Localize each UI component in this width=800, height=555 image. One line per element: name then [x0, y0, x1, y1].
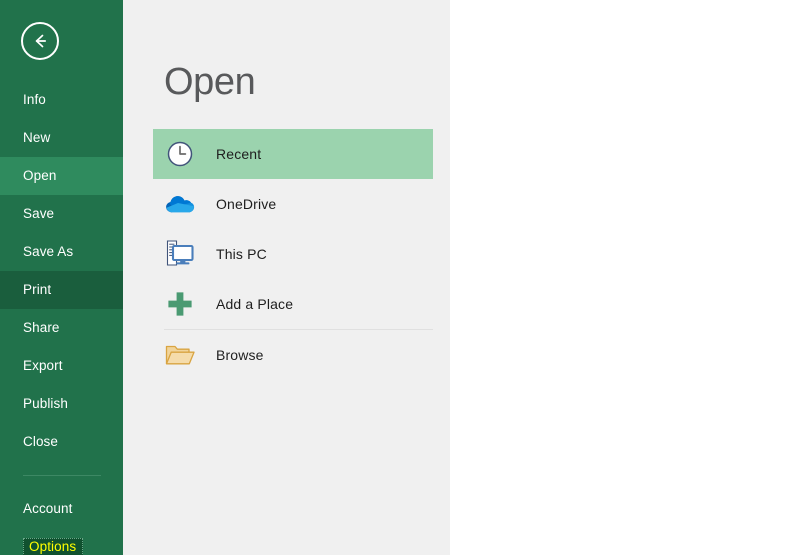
- backstage-nav: Info New Open Save Save As Print Share E…: [0, 81, 123, 555]
- cloud-icon: [164, 188, 196, 220]
- sidebar-item-open[interactable]: Open: [0, 157, 123, 195]
- places-list: Recent OneDrive This PC Add a Place Brow…: [123, 129, 450, 380]
- sidebar-item-label: Publish: [23, 396, 68, 411]
- open-panel: Open Recent OneDrive This PC Add a Place…: [123, 0, 450, 555]
- sidebar-item-account[interactable]: Account: [0, 490, 123, 528]
- clock-icon: [164, 138, 196, 170]
- sidebar-item-share[interactable]: Share: [0, 309, 123, 347]
- page-title: Open: [164, 61, 256, 103]
- place-item-label: Browse: [216, 347, 264, 363]
- sidebar-item-label: Account: [23, 501, 73, 516]
- place-item-label: Add a Place: [216, 296, 294, 312]
- sidebar-item-info[interactable]: Info: [0, 81, 123, 119]
- sidebar-item-label: Open: [23, 168, 57, 183]
- sidebar-item-label: Save As: [23, 244, 74, 259]
- plus-icon: [164, 288, 196, 320]
- sidebar-item-save[interactable]: Save: [0, 195, 123, 233]
- monitor-icon: [164, 238, 196, 270]
- sidebar-item-close[interactable]: Close: [0, 423, 123, 461]
- sidebar-item-label: Save: [23, 206, 55, 221]
- sidebar-item-label: Share: [23, 320, 60, 335]
- back-arrow-icon: [30, 31, 50, 51]
- backstage-sidebar: Info New Open Save Save As Print Share E…: [0, 0, 123, 555]
- sidebar-item-publish[interactable]: Publish: [0, 385, 123, 423]
- sidebar-item-save-as[interactable]: Save As: [0, 233, 123, 271]
- place-item-label: OneDrive: [216, 196, 277, 212]
- place-item-browse[interactable]: Browse: [153, 330, 433, 380]
- back-button[interactable]: [21, 22, 59, 60]
- sidebar-item-label: New: [23, 130, 51, 145]
- sidebar-item-label: Export: [23, 358, 63, 373]
- content-area-blank: [450, 0, 800, 555]
- sidebar-item-label: Info: [23, 92, 46, 107]
- sidebar-item-label: Close: [23, 434, 59, 449]
- sidebar-item-options[interactable]: Options: [0, 528, 123, 555]
- sidebar-item-print[interactable]: Print: [0, 271, 123, 309]
- place-item-add-a-place[interactable]: Add a Place: [153, 279, 433, 329]
- folder-icon: [164, 339, 196, 371]
- sidebar-item-new[interactable]: New: [0, 119, 123, 157]
- place-item-recent[interactable]: Recent: [153, 129, 433, 179]
- place-item-this-pc[interactable]: This PC: [153, 229, 433, 279]
- place-item-label: This PC: [216, 246, 267, 262]
- sidebar-divider: [23, 475, 101, 476]
- place-item-label: Recent: [216, 146, 262, 162]
- backstage-view: Info New Open Save Save As Print Share E…: [0, 0, 800, 555]
- sidebar-item-export[interactable]: Export: [0, 347, 123, 385]
- sidebar-item-label: Options: [23, 538, 84, 555]
- sidebar-item-label: Print: [23, 282, 52, 297]
- place-item-onedrive[interactable]: OneDrive: [153, 179, 433, 229]
